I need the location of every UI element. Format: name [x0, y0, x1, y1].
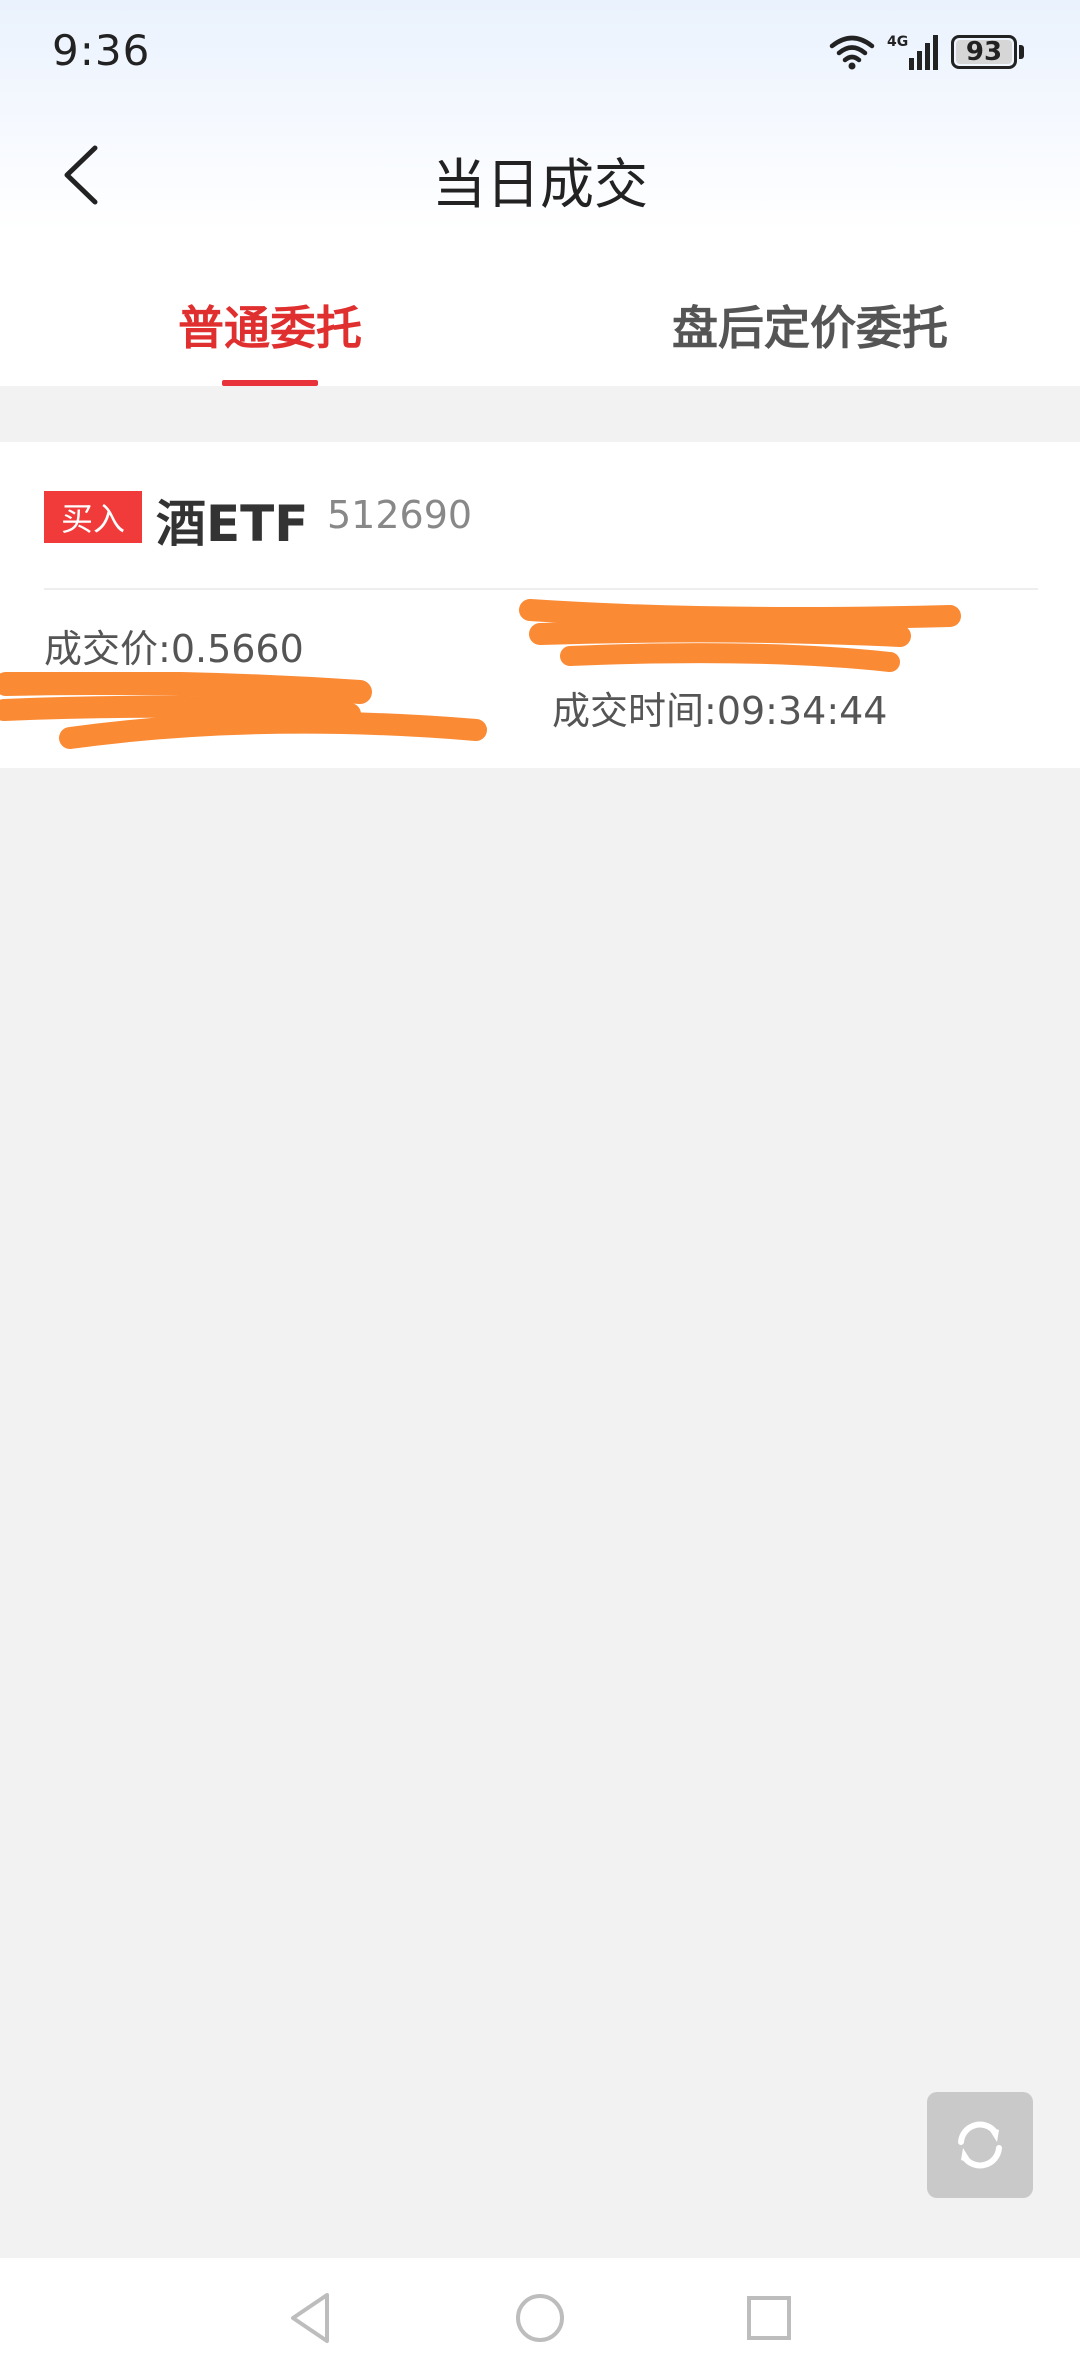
trade-time-label: 成交时间:	[552, 689, 717, 733]
page-title: 当日成交	[432, 153, 648, 216]
trade-price-field: 成交价:0.5660	[44, 618, 304, 673]
nav-recent-button[interactable]	[729, 2278, 809, 2358]
square-recent-icon	[747, 2296, 791, 2340]
wifi-icon	[829, 34, 875, 70]
battery-icon: 93	[951, 35, 1024, 69]
status-icons: 4G 93	[829, 30, 1024, 74]
trade-time-field: 成交时间:09:34:44	[552, 680, 887, 735]
trade-record-card[interactable]: 买入 酒ETF 512690 成交价:0.5660 成交时间:09:34:44	[0, 442, 1080, 768]
circle-home-icon	[516, 2294, 564, 2342]
nav-back-button[interactable]	[270, 2278, 350, 2358]
system-navigation-bar	[0, 2258, 1080, 2375]
trade-time-value: 09:34:44	[716, 689, 888, 733]
nav-home-button[interactable]	[500, 2278, 580, 2358]
trade-side-badge: 买入	[44, 491, 142, 543]
redaction-scribble-amount	[0, 672, 487, 749]
tab-bar: 普通委托 盘后定价委托	[0, 270, 1080, 386]
triangle-back-icon	[291, 2293, 329, 2343]
refresh-icon	[958, 2121, 1002, 2169]
header: 当日成交	[0, 110, 1080, 240]
stock-name: 酒ETF	[156, 495, 309, 553]
tab-normal-order[interactable]: 普通委托	[0, 292, 540, 386]
card-divider	[44, 588, 1038, 590]
redaction-scribble-volume	[519, 599, 961, 672]
battery-level: 93	[956, 39, 1012, 65]
stock-code: 512690	[327, 493, 473, 537]
status-bar: 9:36 4G 93	[0, 0, 1080, 110]
trade-price-value: 0.5660	[170, 627, 304, 671]
status-time: 9:36	[52, 26, 151, 75]
active-tab-indicator	[222, 380, 318, 386]
tab-after-hours-order[interactable]: 盘后定价委托	[540, 292, 1080, 386]
trade-price-label: 成交价:	[44, 627, 171, 671]
network-type-label: 4G	[887, 34, 908, 50]
signal-4g-icon: 4G	[887, 32, 939, 72]
refresh-button[interactable]	[927, 2092, 1033, 2198]
